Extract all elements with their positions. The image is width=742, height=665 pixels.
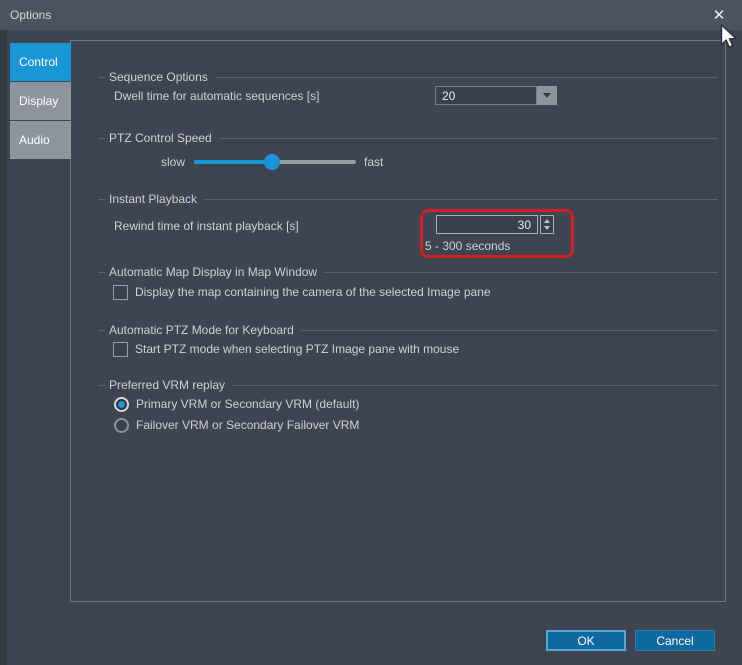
dropdown-button[interactable] [537,86,557,105]
ptz-keyboard-checkbox-row: Start PTZ mode when selecting PTZ Image … [113,341,459,357]
dwell-time-dropdown[interactable]: 20 [435,86,557,105]
options-tab-list: Control Display Audio [10,43,71,160]
heading-rule [98,137,105,139]
spinner-buttons[interactable] [540,215,554,234]
cancel-button[interactable]: Cancel [635,630,715,651]
heading-rule [98,76,105,78]
radio-dot [118,422,125,429]
vrm-failover-radio-row: Failover VRM or Secondary Failover VRM [114,417,359,433]
group-heading-map-display: Automatic Map Display in Map Window [98,265,718,279]
spin-down-icon[interactable] [544,226,550,230]
rewind-time-input[interactable]: 30 [436,215,538,234]
vrm-primary-radio[interactable] [114,396,129,412]
slider-slow-label: slow [161,155,186,169]
vrm-primary-radio-label: Primary VRM or Secondary VRM (default) [136,397,360,411]
tab-control[interactable]: Control [10,43,71,81]
window-title: Options [10,8,52,22]
ptz-keyboard-checkbox[interactable] [113,341,128,357]
slider-fast-label: fast [364,155,384,169]
chevron-down-icon [543,93,551,98]
tab-audio[interactable]: Audio [10,121,71,159]
rewind-time-label: Rewind time of instant playback [s] [114,219,299,233]
heading-rule [98,198,105,200]
dialog-left-edge [0,30,7,665]
rewind-time-spinner: 30 [436,215,554,234]
heading-rule [300,329,718,331]
group-heading-sequence-options: Sequence Options [98,70,718,84]
dwell-time-value[interactable]: 20 [435,86,537,105]
heading-rule [214,76,718,78]
heading-rule [218,137,718,139]
heading-rule [232,384,718,386]
rewind-range-hint: 5 - 300 seconds [425,239,511,253]
group-heading-vrm-replay: Preferred VRM replay [98,378,718,392]
map-display-checkbox-label: Display the map containing the camera of… [135,285,491,299]
vrm-primary-radio-row: Primary VRM or Secondary VRM (default) [114,396,359,412]
group-heading-instant-playback: Instant Playback [98,192,718,206]
tab-display[interactable]: Display [10,82,71,120]
group-heading-ptz-keyboard: Automatic PTZ Mode for Keyboard [98,323,718,337]
heading-rule [98,271,105,273]
vrm-failover-radio[interactable] [114,417,129,433]
spin-up-icon[interactable] [544,219,550,223]
heading-rule [204,198,718,200]
ptz-keyboard-checkbox-label: Start PTZ mode when selecting PTZ Image … [135,342,460,356]
content-panel: Sequence Options Dwell time for automati… [70,40,726,602]
heading-rule [98,384,105,386]
map-display-checkbox[interactable] [113,284,128,300]
ptz-speed-slider-row: slow fast [161,153,481,171]
dwell-time-label: Dwell time for automatic sequences [s] [114,89,320,103]
heading-rule [98,329,105,331]
slider-thumb[interactable] [263,154,280,170]
title-bar: Options ✕ [0,0,742,30]
ptz-speed-slider[interactable] [194,154,356,170]
slider-fill [194,160,272,164]
options-dialog: Options ✕ Sequence Options Dwell time fo… [0,0,742,665]
mouse-cursor [720,24,737,49]
radio-dot [118,400,125,408]
heading-rule [324,271,718,273]
map-display-checkbox-row: Display the map containing the camera of… [113,284,491,300]
group-heading-ptz-speed: PTZ Control Speed [98,131,718,145]
vrm-failover-radio-label: Failover VRM or Secondary Failover VRM [136,418,360,432]
ok-button[interactable]: OK [546,630,626,651]
